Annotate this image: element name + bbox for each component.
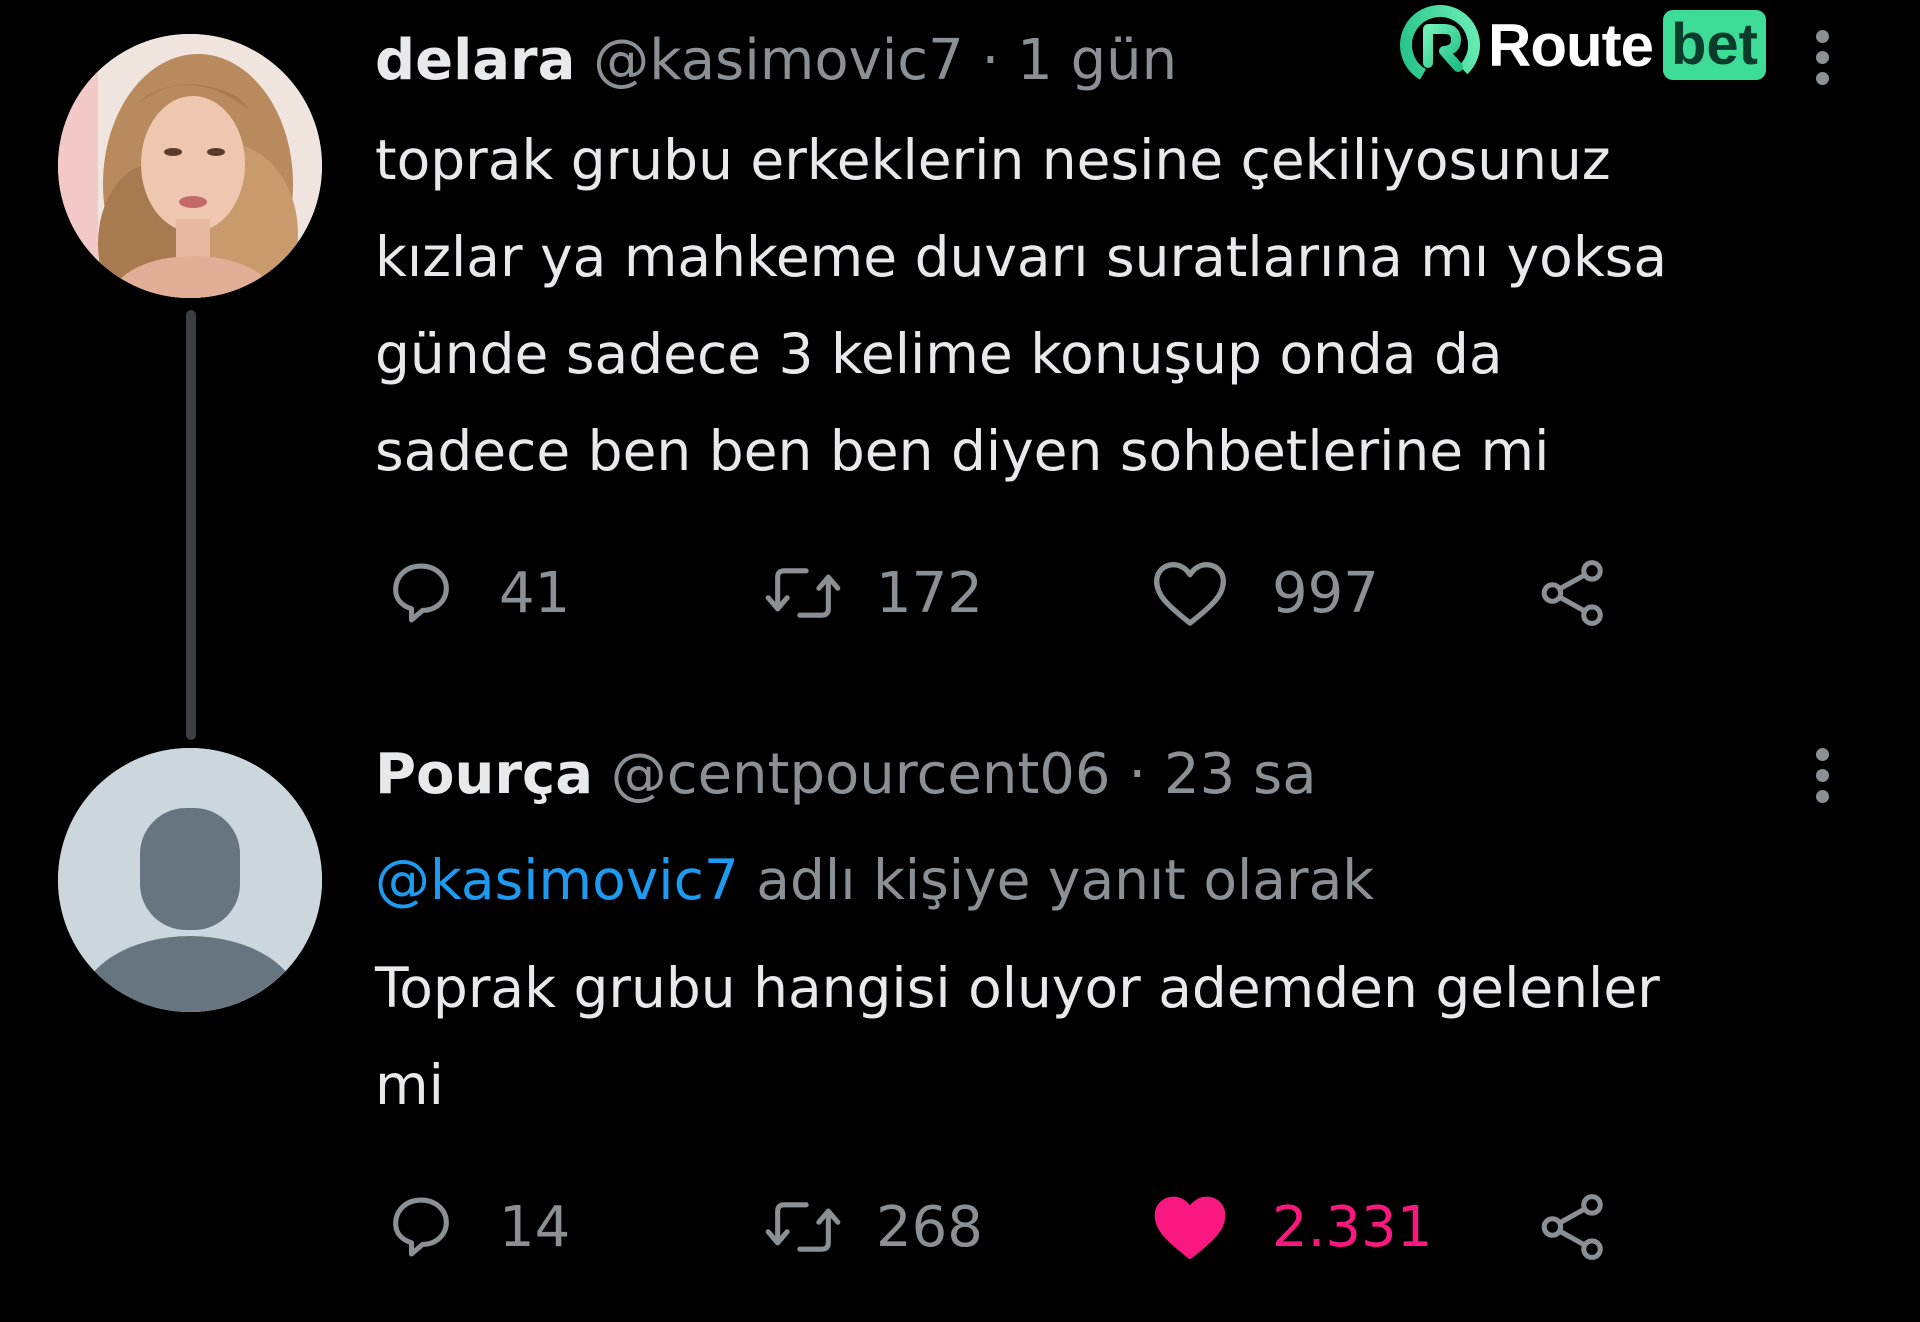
thread-connector-line <box>186 310 196 740</box>
tweet-actions: 41 172 997 <box>375 548 1675 638</box>
more-dot <box>1816 748 1829 761</box>
tweet-header: Pourça @centpourcent06 · 23 sa <box>375 740 1317 810</box>
reply-context-text: adlı kişiye yanıt olarak <box>756 848 1375 912</box>
tweet-text-line: kızlar ya mahkeme duvarı suratlarına mı … <box>375 225 1668 289</box>
avatar[interactable] <box>58 748 322 1012</box>
more-dot <box>1816 51 1829 64</box>
more-dot <box>1816 769 1829 782</box>
share-icon <box>1541 560 1603 626</box>
default-avatar-icon <box>58 748 322 1012</box>
tweet-time[interactable]: 1 gün <box>1017 28 1177 93</box>
heart-icon <box>1154 562 1226 626</box>
share-button[interactable] <box>1535 1182 1611 1272</box>
tweet-text: Toprak grubu hangisi oluyor ademden gele… <box>375 940 1875 1134</box>
routebet-logo-icon <box>1400 5 1480 85</box>
separator-dot: · <box>981 28 1000 93</box>
display-name[interactable]: Pourça <box>375 742 593 807</box>
separator-dot: · <box>1128 742 1147 807</box>
tweet-text-line: Toprak grubu hangisi oluyor ademden gele… <box>375 956 1660 1020</box>
user-handle[interactable]: @centpourcent06 <box>611 742 1111 807</box>
more-options-button[interactable] <box>1812 22 1832 92</box>
more-dot <box>1816 72 1829 85</box>
reply-count: 41 <box>499 560 571 626</box>
reply-context: @kasimovic7 adlı kişiye yanıt olarak <box>375 845 1374 915</box>
retweet-icon <box>765 568 841 618</box>
share-button[interactable] <box>1535 548 1611 638</box>
like-count: 997 <box>1272 560 1379 626</box>
retweet-icon <box>765 1202 841 1252</box>
avatar[interactable] <box>58 34 322 298</box>
reply-mention-link[interactable]: @kasimovic7 <box>375 848 739 912</box>
tweet-text-line: sadece ben ben ben diyen sohbetlerine mi <box>375 419 1550 483</box>
tweet-text: toprak grubu erkeklerin nesine çekiliyos… <box>375 112 1875 500</box>
user-photo-avatar <box>58 34 322 298</box>
reply-button[interactable]: 14 <box>383 1182 570 1272</box>
routebet-logo: Route bet <box>1400 0 1766 90</box>
logo-text-route: Route <box>1488 11 1654 79</box>
tweet-header: delara @kasimovic7 · 1 gün <box>375 26 1177 96</box>
reply-count: 14 <box>499 1194 571 1260</box>
share-icon <box>1541 1194 1603 1260</box>
tweet-time[interactable]: 23 sa <box>1164 742 1317 807</box>
display-name[interactable]: delara <box>375 28 575 93</box>
retweet-count: 172 <box>876 560 983 626</box>
reply-button[interactable]: 41 <box>383 548 570 638</box>
retweet-count: 268 <box>876 1194 983 1260</box>
more-options-button[interactable] <box>1812 740 1832 810</box>
tweet-text-line: toprak grubu erkeklerin nesine çekiliyos… <box>375 128 1611 192</box>
user-handle[interactable]: @kasimovic7 <box>593 28 963 93</box>
tweet-text-line: günde sadece 3 kelime konuşup onda da <box>375 322 1503 386</box>
tweet-thread: Route bet delara @kasimovic7 · 1 gün top… <box>0 0 1920 1322</box>
reply-icon <box>393 1197 449 1257</box>
retweet-button[interactable]: 268 <box>760 1182 983 1272</box>
more-dot <box>1816 790 1829 803</box>
retweet-button[interactable]: 172 <box>760 548 983 638</box>
more-dot <box>1816 30 1829 43</box>
logo-text-bet: bet <box>1662 10 1766 80</box>
tweet-text-line: mi <box>375 1053 444 1117</box>
like-button[interactable]: 2.331 <box>1150 1182 1432 1272</box>
reply-icon <box>393 563 449 623</box>
heart-filled-icon <box>1154 1196 1226 1259</box>
like-button[interactable]: 997 <box>1150 548 1379 638</box>
like-count: 2.331 <box>1272 1194 1433 1260</box>
tweet-actions: 14 268 2.331 <box>375 1182 1675 1272</box>
